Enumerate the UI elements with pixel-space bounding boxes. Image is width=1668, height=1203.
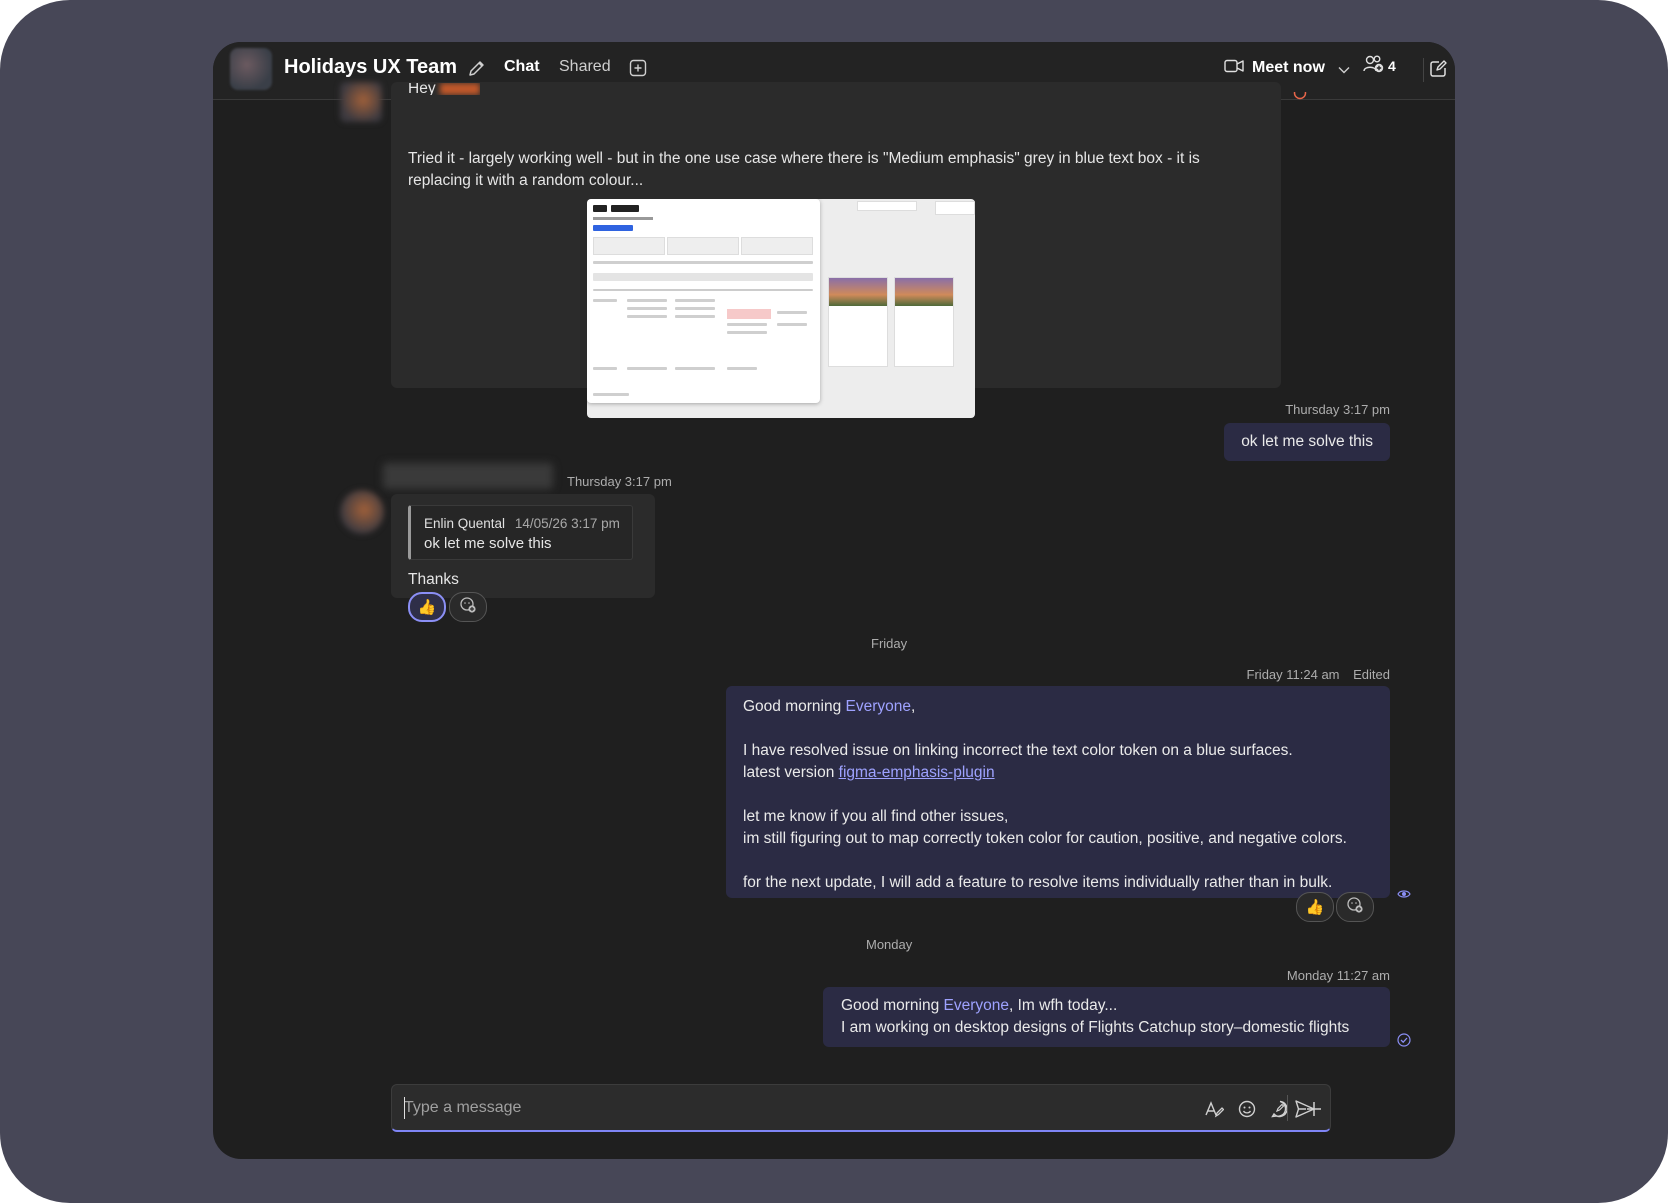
pop-out-chat-icon[interactable]: [1425, 56, 1451, 82]
incoming-message-bubble[interactable]: Enlin Quental 14/05/26 3:17 pm ok let me…: [391, 494, 655, 598]
team-title: Holidays UX Team: [284, 56, 458, 78]
mention-everyone[interactable]: Everyone: [944, 997, 1009, 1014]
message-line: I have resolved issue on linking incorre…: [743, 742, 1293, 759]
add-reaction-button[interactable]: [449, 592, 487, 622]
mention-indicator-icon: [1293, 92, 1307, 100]
add-reaction-icon: [459, 596, 477, 619]
mention-everyone[interactable]: Everyone: [846, 698, 911, 715]
message-text: Thanks: [408, 571, 459, 588]
screenshot-card: [894, 277, 954, 367]
outgoing-message-bubble[interactable]: ok let me solve this: [1224, 423, 1390, 461]
message-timestamp: Friday 11:24 am Edited: [1246, 667, 1390, 682]
message-text: Tried it - largely working well - but in…: [408, 150, 1200, 189]
people-add-icon: [1363, 54, 1385, 77]
read-check-icon: [1396, 1032, 1412, 1048]
day-separator: Friday: [871, 636, 908, 651]
meet-now-label: Meet now: [1252, 59, 1325, 76]
add-tab-icon[interactable]: [626, 56, 650, 80]
participant-count: 4: [1388, 57, 1396, 74]
redacted-mention: [439, 83, 480, 95]
message-line: im still figuring out to map correctly t…: [743, 830, 1347, 847]
outgoing-message-bubble[interactable]: Good morning Everyone, I have resolved i…: [726, 686, 1390, 898]
incoming-message-image-bubble[interactable]: Hey Tried it - largely working well - bu…: [391, 82, 1281, 418]
thumbs-up-icon: 👍: [1305, 899, 1325, 916]
format-text-icon[interactable]: [1202, 1097, 1226, 1121]
quote-timestamp: 14/05/26 3:17 pm: [514, 516, 620, 531]
message-text: ok let me solve this: [1241, 433, 1373, 450]
tab-shared[interactable]: Shared: [559, 58, 611, 76]
participants-button[interactable]: 4: [1363, 54, 1396, 77]
attached-screenshot-image[interactable]: [587, 199, 975, 418]
thumbs-up-icon: 👍: [417, 599, 437, 616]
sender-name-redacted: [383, 463, 553, 489]
quote-text: ok let me solve this: [424, 535, 552, 552]
message-greeting: Hey: [408, 83, 480, 95]
add-reaction-icon: [1346, 896, 1364, 919]
thumbs-up-reaction[interactable]: 👍: [408, 592, 446, 622]
meet-options-chevron-down-icon[interactable]: [1334, 60, 1354, 80]
emoji-icon[interactable]: [1235, 1097, 1259, 1121]
message-timestamp: Thursday 3:17 pm: [1285, 402, 1390, 417]
message-line: Good morning Everyone, Im wfh today...: [841, 997, 1118, 1014]
screenshot-card: [828, 277, 888, 367]
message-line: for the next update, I will add a featur…: [743, 874, 1333, 891]
tab-chat[interactable]: Chat: [504, 58, 540, 76]
message-line: let me know if you all find other issues…: [743, 808, 1009, 825]
message-line: I am working on desktop designs of Fligh…: [841, 1019, 1350, 1036]
edited-label: Edited: [1353, 667, 1390, 682]
device-frame: Holidays UX Team Chat Shared Meet now 4: [0, 0, 1668, 1203]
composer-divider: [1287, 1095, 1288, 1121]
message-line: Good morning Everyone,: [743, 698, 916, 715]
quoted-message[interactable]: Enlin Quental 14/05/26 3:17 pm ok let me…: [408, 505, 633, 560]
quote-author: Enlin Quental: [424, 516, 506, 531]
add-reaction-button[interactable]: [1336, 892, 1374, 922]
day-separator: Monday: [866, 937, 913, 952]
sender-avatar[interactable]: [340, 490, 384, 534]
sender-avatar[interactable]: [340, 82, 382, 122]
message-timestamp: Thursday 3:17 pm: [567, 474, 672, 489]
team-avatar[interactable]: [230, 48, 272, 90]
message-input[interactable]: [404, 1095, 1124, 1121]
header-divider: [1423, 58, 1424, 82]
video-camera-icon: [1224, 58, 1244, 79]
loop-compose-icon[interactable]: [1268, 1097, 1292, 1121]
send-icon[interactable]: [1292, 1096, 1318, 1122]
meet-now-button[interactable]: Meet now: [1224, 53, 1325, 83]
outgoing-message-bubble[interactable]: Good morning Everyone, Im wfh today... I…: [823, 987, 1390, 1047]
screenshot-plugin-panel: [587, 199, 820, 403]
text-caret: [404, 1097, 405, 1119]
message-composer: [391, 1084, 1331, 1132]
plugin-link[interactable]: figma-emphasis-plugin: [839, 764, 995, 781]
message-timestamp: Monday 11:27 am: [1286, 968, 1390, 983]
message-line: latest version figma-emphasis-plugin: [743, 764, 995, 781]
seen-eye-icon: [1397, 887, 1411, 901]
thumbs-up-reaction[interactable]: 👍: [1296, 892, 1334, 922]
chat-window: Holidays UX Team Chat Shared Meet now 4: [213, 42, 1455, 1159]
rename-pencil-icon[interactable]: [465, 56, 489, 80]
